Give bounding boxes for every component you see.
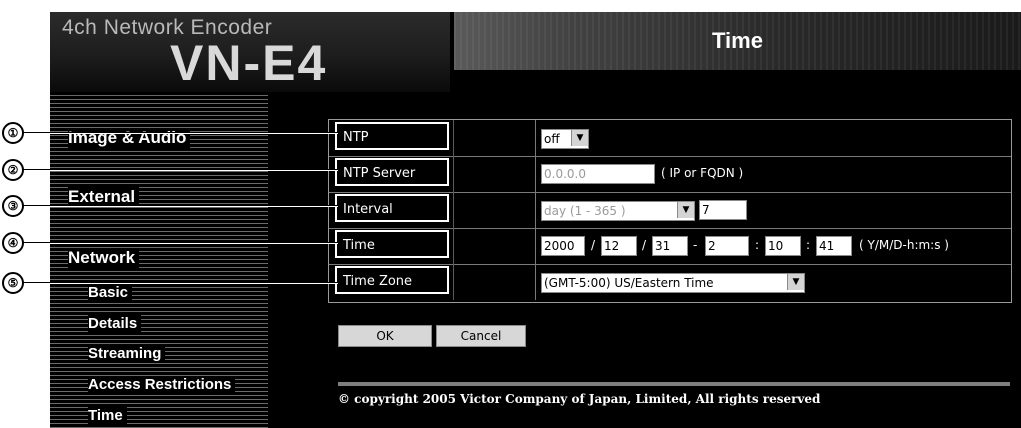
time-settings-table: NTP off ▼ NTP Server 0.0.0.0 ( IP or FQD… xyxy=(328,119,1012,303)
sidebar-item-network[interactable]: Network xyxy=(68,248,140,268)
sidebar-item-streaming[interactable]: Streaming xyxy=(88,345,166,362)
month-input[interactable]: 12 xyxy=(601,236,637,256)
app-window: 4ch Network Encoder VN-E4 Image & Audio … xyxy=(50,12,1021,428)
divider xyxy=(535,264,536,300)
date-separator: / xyxy=(642,238,647,252)
minute-input[interactable]: 10 xyxy=(765,236,801,256)
callout-3: ③ xyxy=(2,195,24,217)
callout-line xyxy=(20,169,338,171)
divider xyxy=(535,120,536,156)
brand-model: VN-E4 xyxy=(170,35,328,91)
time-label: Time xyxy=(335,230,449,258)
row-ntp: NTP off ▼ xyxy=(329,120,1011,157)
ntp-server-label: NTP Server xyxy=(335,158,449,186)
date-time-separator: - xyxy=(693,238,698,252)
second-input[interactable]: 41 xyxy=(816,236,852,256)
time-format-hint: ( Y/M/D-h:m:s ) xyxy=(859,238,949,252)
divider xyxy=(453,156,454,192)
callout-line xyxy=(20,205,338,207)
brand-header: 4ch Network Encoder VN-E4 xyxy=(50,12,450,92)
sidebar-item-basic[interactable]: Basic xyxy=(88,284,133,301)
interval-label: Interval xyxy=(335,194,449,222)
divider xyxy=(453,228,454,264)
sidebar-item-access-restrictions[interactable]: Access Restrictions xyxy=(88,376,236,393)
divider xyxy=(535,192,536,228)
timezone-label: Time Zone xyxy=(335,266,449,294)
row-interval: Interval day (1 - 365 ) ▼ 7 xyxy=(329,192,1011,229)
chevron-down-icon[interactable]: ▼ xyxy=(571,130,588,146)
ntp-select[interactable]: off ▼ xyxy=(541,129,589,149)
cancel-button[interactable]: Cancel xyxy=(436,325,526,347)
date-separator: / xyxy=(591,238,596,252)
time-separator: : xyxy=(755,238,760,252)
row-timezone: Time Zone (GMT-5:00) US/Eastern Time ▼ xyxy=(329,264,1011,300)
ntp-server-hint: ( IP or FQDN ) xyxy=(661,166,744,180)
hour-input[interactable]: 2 xyxy=(705,236,749,256)
ok-button[interactable]: OK xyxy=(338,325,432,347)
footer-divider xyxy=(338,382,1010,386)
callout-4: ④ xyxy=(2,232,24,254)
title-bar: Time xyxy=(454,12,1021,70)
interval-unit-select[interactable]: day (1 - 365 ) ▼ xyxy=(541,201,695,221)
row-time: Time 2000 / 12 / 31 - 2 : 10 : 41 ( Y/M/… xyxy=(329,228,1011,265)
row-ntp-server: NTP Server 0.0.0.0 ( IP or FQDN ) xyxy=(329,156,1011,193)
page-title: Time xyxy=(712,28,763,53)
copyright-text: © copyright 2005 Victor Company of Japan… xyxy=(338,392,821,406)
sidebar-item-details[interactable]: Details xyxy=(88,315,142,332)
chevron-down-icon[interactable]: ▼ xyxy=(677,202,694,218)
interval-unit-value: day (1 - 365 ) xyxy=(541,201,695,221)
callout-line xyxy=(20,282,338,284)
ntp-server-input[interactable]: 0.0.0.0 xyxy=(541,164,655,184)
time-separator: : xyxy=(806,238,811,252)
sidebar-item-image-audio[interactable]: Image & Audio xyxy=(68,128,191,148)
divider xyxy=(453,120,454,156)
divider xyxy=(453,264,454,300)
callout-5: ⑤ xyxy=(2,272,24,294)
chevron-down-icon[interactable]: ▼ xyxy=(787,274,804,290)
divider xyxy=(535,156,536,192)
timezone-select-value: (GMT-5:00) US/Eastern Time xyxy=(541,273,805,293)
callout-line xyxy=(20,132,338,134)
year-input[interactable]: 2000 xyxy=(541,236,585,256)
callout-line xyxy=(20,242,338,244)
sidebar-item-time[interactable]: Time xyxy=(88,407,127,424)
day-input[interactable]: 31 xyxy=(652,236,688,256)
ntp-label: NTP xyxy=(335,122,449,150)
divider xyxy=(453,192,454,228)
timezone-select[interactable]: (GMT-5:00) US/Eastern Time ▼ xyxy=(541,273,805,293)
callout-2: ② xyxy=(2,159,24,181)
divider xyxy=(535,228,536,264)
sidebar-item-external[interactable]: External xyxy=(68,187,140,207)
callout-1: ① xyxy=(2,122,24,144)
interval-input[interactable]: 7 xyxy=(699,200,747,220)
